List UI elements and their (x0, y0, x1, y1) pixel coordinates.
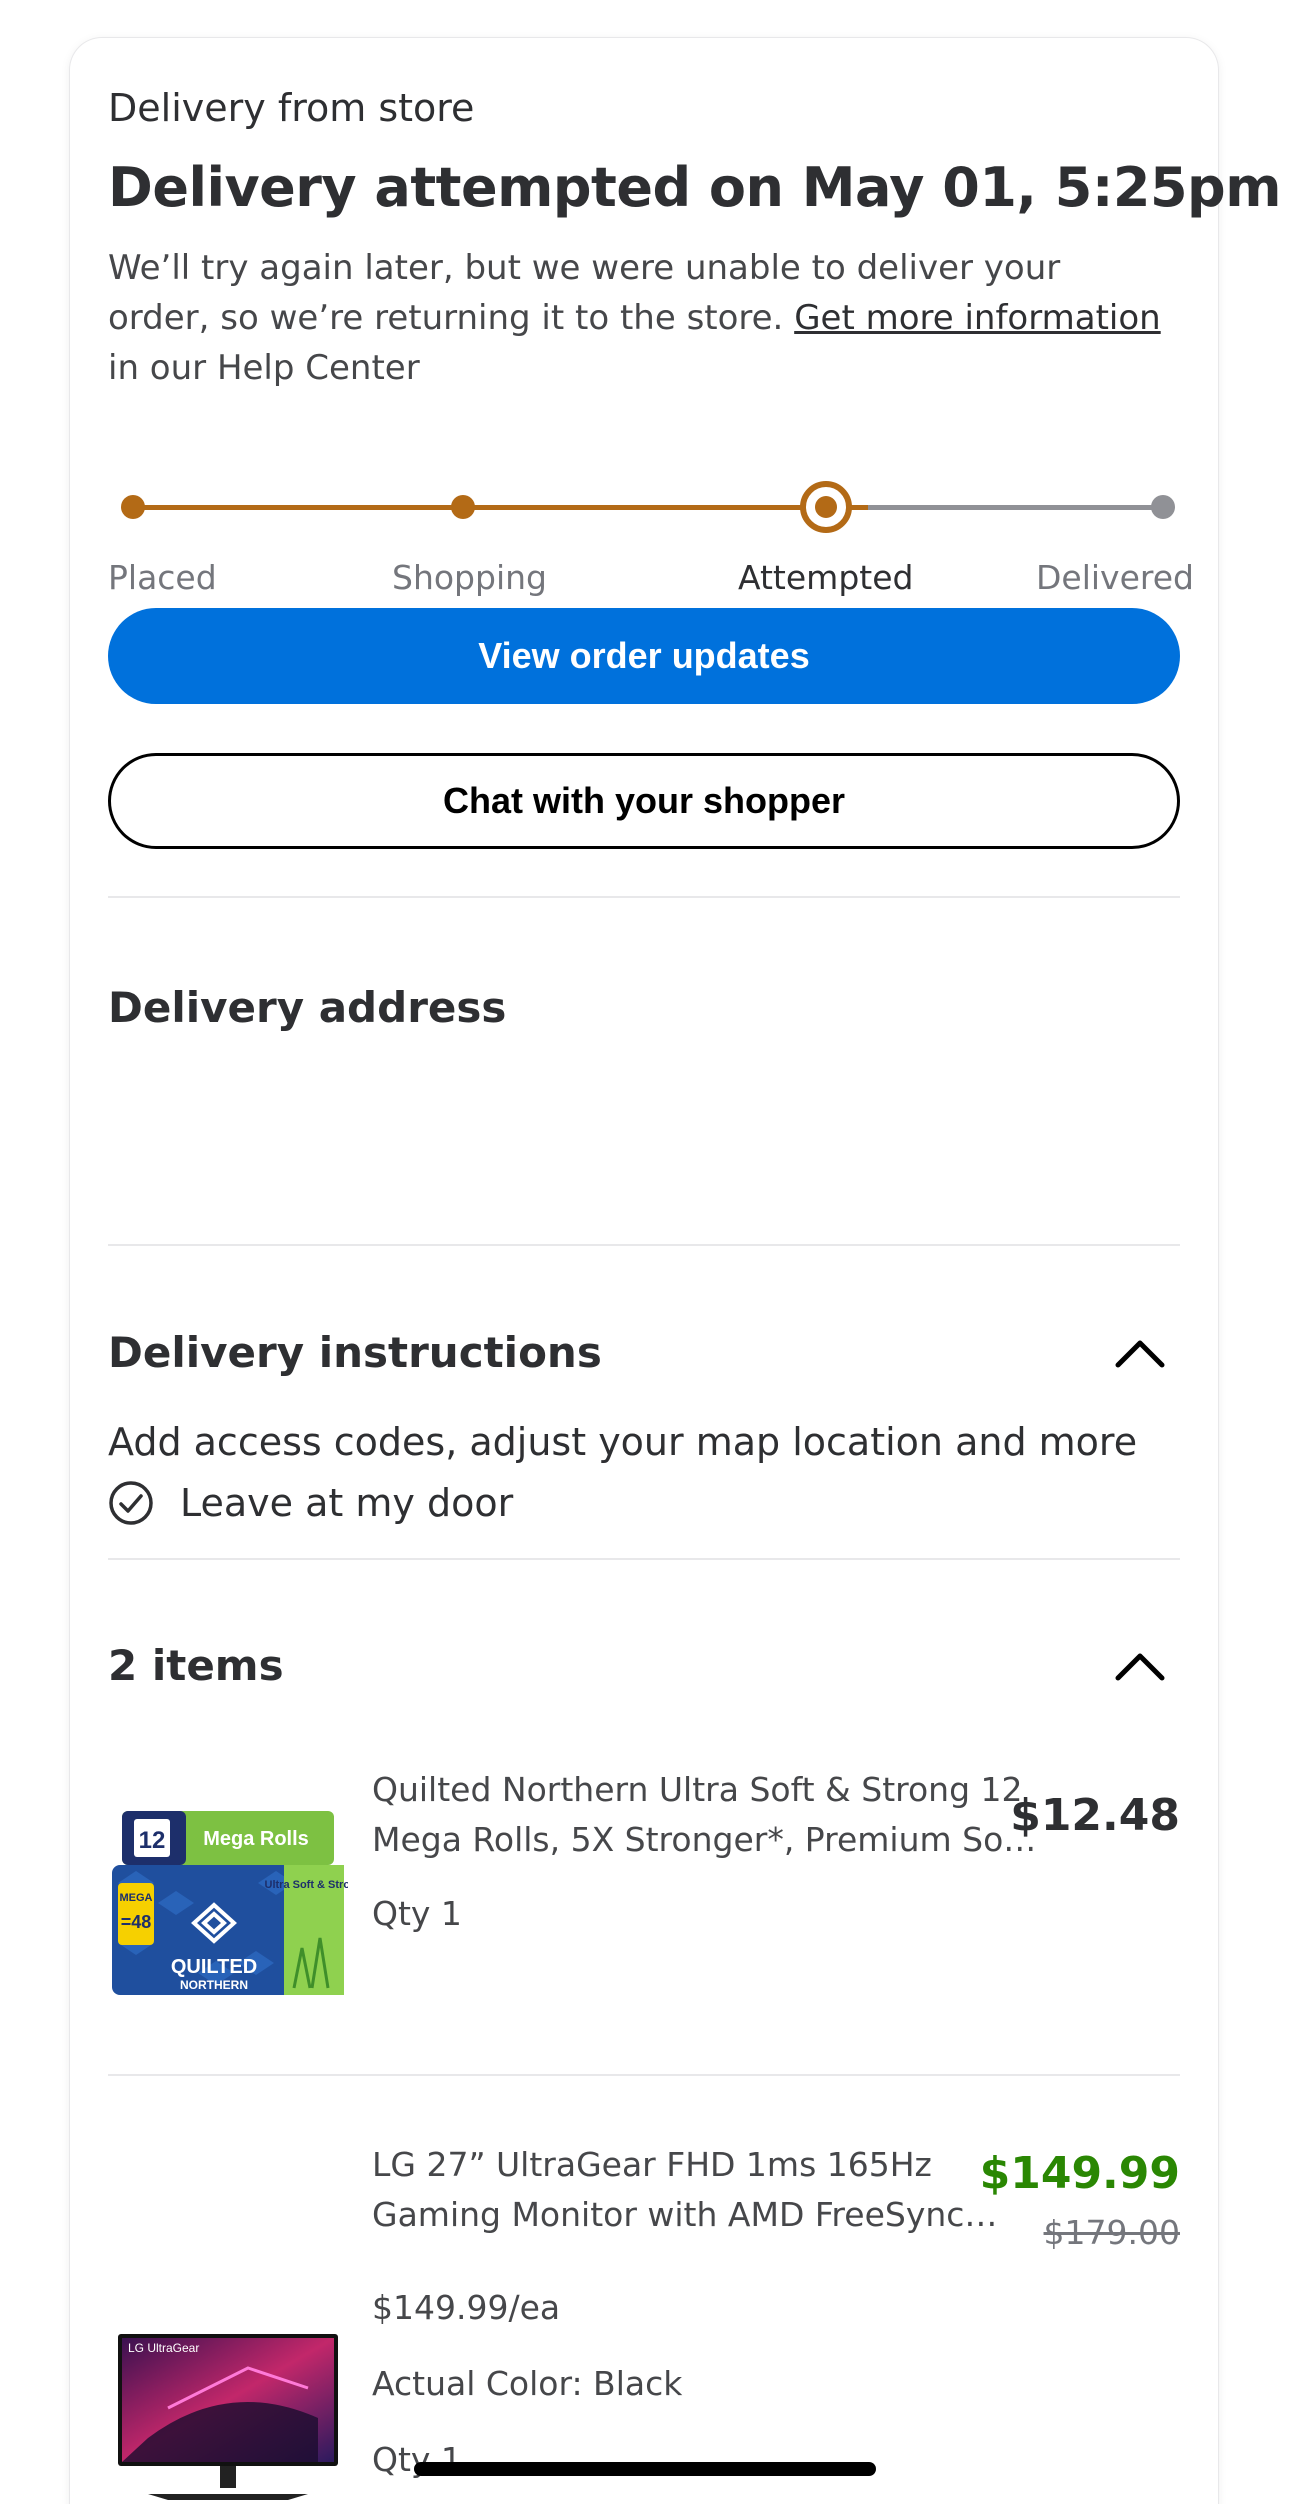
product-name-line: Gaming Monitor with AMD FreeSync™ P... (372, 2195, 1022, 2234)
svg-text:12: 12 (139, 1827, 166, 1854)
svg-text:QUILTED: QUILTED (171, 1956, 257, 1978)
product-price: $12.48 (1010, 1790, 1180, 1841)
product-quantity: Qty 1 (372, 1894, 462, 1933)
product-name-line: LG 27” UltraGear FHD 1ms 165Hz (372, 2145, 932, 2184)
step-dot-delivered (1151, 495, 1175, 519)
view-order-updates-button[interactable]: View order updates (108, 608, 1180, 704)
product-name-monitor[interactable]: LG 27” UltraGear FHD 1ms 165Hz Gaming Mo… (372, 2140, 1022, 2240)
delivery-status-headline: Delivery attempted on May 01, 5:25pm (108, 156, 1281, 219)
chat-with-shopper-button[interactable]: Chat with your shopper (108, 753, 1180, 849)
delivery-instructions-subtitle: Add access codes, adjust your map locati… (108, 1420, 1138, 1464)
order-card: Delivery from store Delivery attempted o… (70, 38, 1281, 2504)
product-image-monitor[interactable]: LG UltraGear (108, 2288, 348, 2504)
items-section-title: 2 items (108, 1641, 284, 1690)
step-label-delivered: Delivered (1036, 558, 1194, 597)
svg-text:NORTHERN: NORTHERN (180, 1978, 248, 1992)
svg-text:Mega Rolls: Mega Rolls (203, 1828, 309, 1850)
step-dot-placed (121, 495, 145, 519)
leave-at-door-label: Leave at my door (180, 1481, 514, 1525)
home-indicator[interactable] (414, 2462, 876, 2476)
progress-line-pending (868, 505, 1163, 510)
divider (108, 896, 1180, 898)
product-image-paper-towels[interactable]: 12 Mega Rolls Ultra Soft & Strong MEGA =… (108, 1773, 364, 2013)
svg-text:LG UltraGear: LG UltraGear (128, 2341, 199, 2355)
product-name-line: Mega Rolls, 5X Stronger*, Premium Soft T… (372, 1820, 1042, 1859)
leave-at-door-option[interactable]: Leave at my door (108, 1480, 513, 1526)
delivery-instructions-title: Delivery instructions (108, 1328, 602, 1377)
product-sale-price: $149.99 (979, 2148, 1180, 2199)
status-description-suffix: in our Help Center (108, 348, 420, 388)
divider (108, 1244, 1180, 1246)
more-info-link[interactable]: Get more information (794, 298, 1161, 338)
step-label-shopping: Shopping (392, 558, 547, 597)
divider (108, 2074, 1180, 2076)
step-label-placed: Placed (108, 558, 217, 597)
svg-text:Ultra Soft & Strong: Ultra Soft & Strong (265, 1879, 349, 1891)
order-progress-tracker: Placed Shopping Attempted Delivered (108, 433, 1218, 597)
fulfillment-type: Delivery from store (108, 86, 475, 130)
svg-text:=48: =48 (121, 1912, 152, 1932)
chevron-up-icon[interactable] (1110, 1636, 1170, 1696)
step-dot-shopping (451, 495, 475, 519)
product-unit-price: $149.99/ea (372, 2288, 561, 2327)
check-circle-icon (109, 1481, 153, 1525)
step-label-attempted: Attempted (738, 558, 914, 597)
svg-text:MEGA: MEGA (120, 1892, 153, 1904)
product-color: Actual Color: Black (372, 2364, 683, 2403)
product-name-paper-towels[interactable]: Quilted Northern Ultra Soft & Strong 12 … (372, 1765, 1042, 1865)
step-dot-attempted-current (800, 481, 852, 533)
progress-line-complete (133, 505, 868, 510)
product-was-price: $179.00 (1043, 2213, 1180, 2252)
status-description: We’ll try again later, but we were unabl… (108, 243, 1168, 393)
chevron-up-icon[interactable] (1110, 1323, 1170, 1383)
divider (108, 1558, 1180, 1560)
product-name-line: Quilted Northern Ultra Soft & Strong 12 (372, 1770, 1023, 1809)
delivery-address-title: Delivery address (108, 983, 507, 1032)
